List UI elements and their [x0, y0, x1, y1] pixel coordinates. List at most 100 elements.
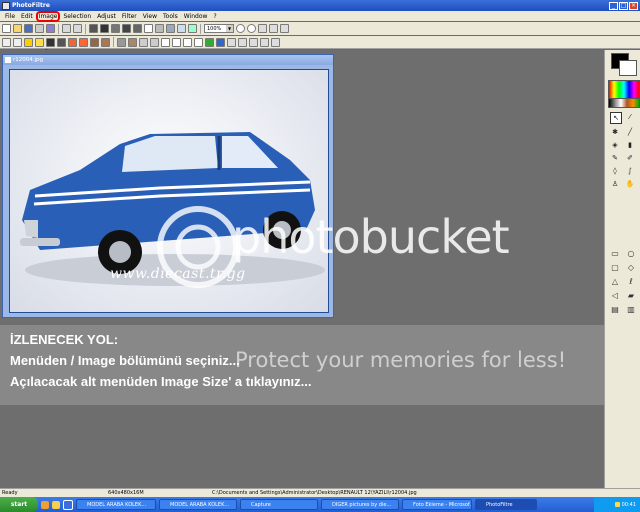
- auto-level-icon[interactable]: [2, 37, 11, 47]
- fill-bucket-icon[interactable]: ◈: [610, 140, 620, 150]
- sepia-icon[interactable]: [128, 37, 137, 47]
- triangle-shape-icon[interactable]: △: [610, 276, 620, 286]
- screen-icon[interactable]: [188, 24, 197, 33]
- advanced-brush-icon[interactable]: ✐: [625, 153, 635, 163]
- rotate-left-icon[interactable]: [249, 37, 258, 47]
- zoom-out-icon[interactable]: [247, 24, 256, 33]
- taskbar-item[interactable]: Capture: [240, 499, 318, 510]
- quicklaunch-icon[interactable]: [52, 500, 60, 509]
- polygon-shape-icon[interactable]: ◁: [610, 290, 620, 300]
- diamond-shape-icon[interactable]: ◇: [626, 262, 636, 272]
- paste-icon[interactable]: [100, 24, 109, 33]
- canvas-size-icon[interactable]: [133, 24, 142, 33]
- taskbar-item[interactable]: Foto Ekleme - Microsof...: [402, 499, 472, 510]
- quicklaunch-icon[interactable]: [63, 499, 73, 510]
- gamma-minus-icon[interactable]: [90, 37, 99, 47]
- menu-file[interactable]: File: [2, 13, 18, 20]
- new-icon[interactable]: [2, 24, 11, 33]
- image-canvas[interactable]: www.diecast.tr.gg: [9, 69, 329, 313]
- folder-shape-icon[interactable]: ▰: [626, 290, 636, 300]
- clone-stamp-icon[interactable]: ♙: [610, 179, 620, 189]
- redo-icon[interactable]: [73, 24, 82, 33]
- automate-icon[interactable]: [177, 24, 186, 33]
- line-tool-icon[interactable]: ╱: [625, 127, 635, 137]
- open-icon[interactable]: [13, 24, 22, 33]
- save-icon[interactable]: [24, 24, 33, 33]
- taskbar-item-active[interactable]: PhotoFiltre: [475, 499, 537, 510]
- minimize-button[interactable]: _: [609, 1, 618, 10]
- layer-shape-icon[interactable]: ▤: [610, 304, 620, 314]
- scan-icon[interactable]: [46, 24, 55, 33]
- taskbar-item[interactable]: DIGER pictures by die...: [321, 499, 399, 510]
- color-palette[interactable]: [608, 80, 640, 100]
- actual-size-icon[interactable]: [269, 24, 278, 33]
- fit-window-icon[interactable]: [258, 24, 267, 33]
- palette-icon[interactable]: [216, 37, 225, 47]
- menu-edit[interactable]: Edit: [18, 13, 36, 20]
- menu-adjust[interactable]: Adjust: [94, 13, 119, 20]
- auto-contrast-icon[interactable]: [13, 37, 22, 47]
- color-palette-basic[interactable]: [608, 98, 640, 108]
- menu-tools[interactable]: Tools: [160, 13, 181, 20]
- rounded-rect-shape-icon[interactable]: ▢: [610, 262, 620, 272]
- layer2-shape-icon[interactable]: ▥: [626, 304, 636, 314]
- brush-icon[interactable]: ✎: [610, 153, 620, 163]
- lasso-shape-icon[interactable]: ℓ: [626, 276, 636, 286]
- rgb-icon[interactable]: [205, 37, 214, 47]
- gamma-plus-icon[interactable]: [101, 37, 110, 47]
- taskbar-item[interactable]: MODEL ARABA KOLEK...: [159, 499, 237, 510]
- image-size-icon[interactable]: [122, 24, 131, 33]
- grayscale-icon[interactable]: [117, 37, 126, 47]
- drop2-icon[interactable]: [172, 37, 181, 47]
- image-window-titlebar[interactable]: r12004.jpg: [3, 55, 333, 65]
- rotate-180-icon[interactable]: [271, 37, 280, 47]
- full-screen-icon[interactable]: [280, 24, 289, 33]
- blur-icon[interactable]: [139, 37, 148, 47]
- flip-icon[interactable]: [238, 37, 247, 47]
- saturation-plus-icon[interactable]: [79, 37, 88, 47]
- background-color-swatch[interactable]: [619, 60, 637, 76]
- menu-window[interactable]: Window: [181, 13, 211, 20]
- mirror-icon[interactable]: [227, 37, 236, 47]
- selection-tool-icon[interactable]: ↖: [610, 112, 622, 124]
- brightness-plus-icon[interactable]: [35, 37, 44, 47]
- smudge-icon[interactable]: ∫: [625, 166, 635, 176]
- start-button[interactable]: start: [0, 497, 38, 512]
- quicklaunch-icon[interactable]: [41, 500, 49, 509]
- gradient-icon[interactable]: [166, 24, 175, 33]
- spray-icon[interactable]: ▮: [625, 140, 635, 150]
- saturation-minus-icon[interactable]: [68, 37, 77, 47]
- contrast-plus-icon[interactable]: [57, 37, 66, 47]
- image-file-icon: [5, 57, 11, 63]
- letter-a-icon[interactable]: [194, 37, 203, 47]
- triangle-icon[interactable]: [183, 37, 192, 47]
- drop-icon[interactable]: [161, 37, 170, 47]
- frame-icon[interactable]: [155, 24, 164, 33]
- menu-selection[interactable]: Selection: [60, 13, 94, 20]
- brightness-minus-icon[interactable]: [24, 37, 33, 47]
- magic-wand-icon[interactable]: ✱: [610, 127, 620, 137]
- tray-icon[interactable]: [614, 502, 620, 507]
- color-picker-icon[interactable]: ⁄: [625, 112, 635, 122]
- taskbar-item[interactable]: MODEL ARABA KOLEK...: [76, 499, 156, 510]
- maximize-button[interactable]: □: [619, 1, 628, 10]
- copy-icon[interactable]: [89, 24, 98, 33]
- menu-help[interactable]: ?: [210, 13, 219, 20]
- crop-icon[interactable]: [111, 24, 120, 33]
- print-icon[interactable]: [35, 24, 44, 33]
- close-button[interactable]: ×: [629, 1, 638, 10]
- sharpen-icon[interactable]: [150, 37, 159, 47]
- undo-icon[interactable]: [62, 24, 71, 33]
- ellipse-shape-icon[interactable]: ○: [626, 248, 636, 258]
- text-icon[interactable]: [144, 24, 153, 33]
- rectangle-shape-icon[interactable]: ▭: [610, 248, 620, 258]
- blur-drop-icon[interactable]: ◊: [610, 166, 620, 176]
- zoom-select[interactable]: 100% ▼: [204, 24, 234, 33]
- zoom-in-icon[interactable]: [236, 24, 245, 33]
- contrast-minus-icon[interactable]: [46, 37, 55, 47]
- rotate-right-icon[interactable]: [260, 37, 269, 47]
- hand-icon[interactable]: ✋: [625, 179, 635, 189]
- menu-view[interactable]: View: [140, 13, 160, 20]
- menu-filter[interactable]: Filter: [119, 13, 140, 20]
- image-window[interactable]: r12004.jpg www.diecast.tr.gg: [2, 54, 334, 318]
